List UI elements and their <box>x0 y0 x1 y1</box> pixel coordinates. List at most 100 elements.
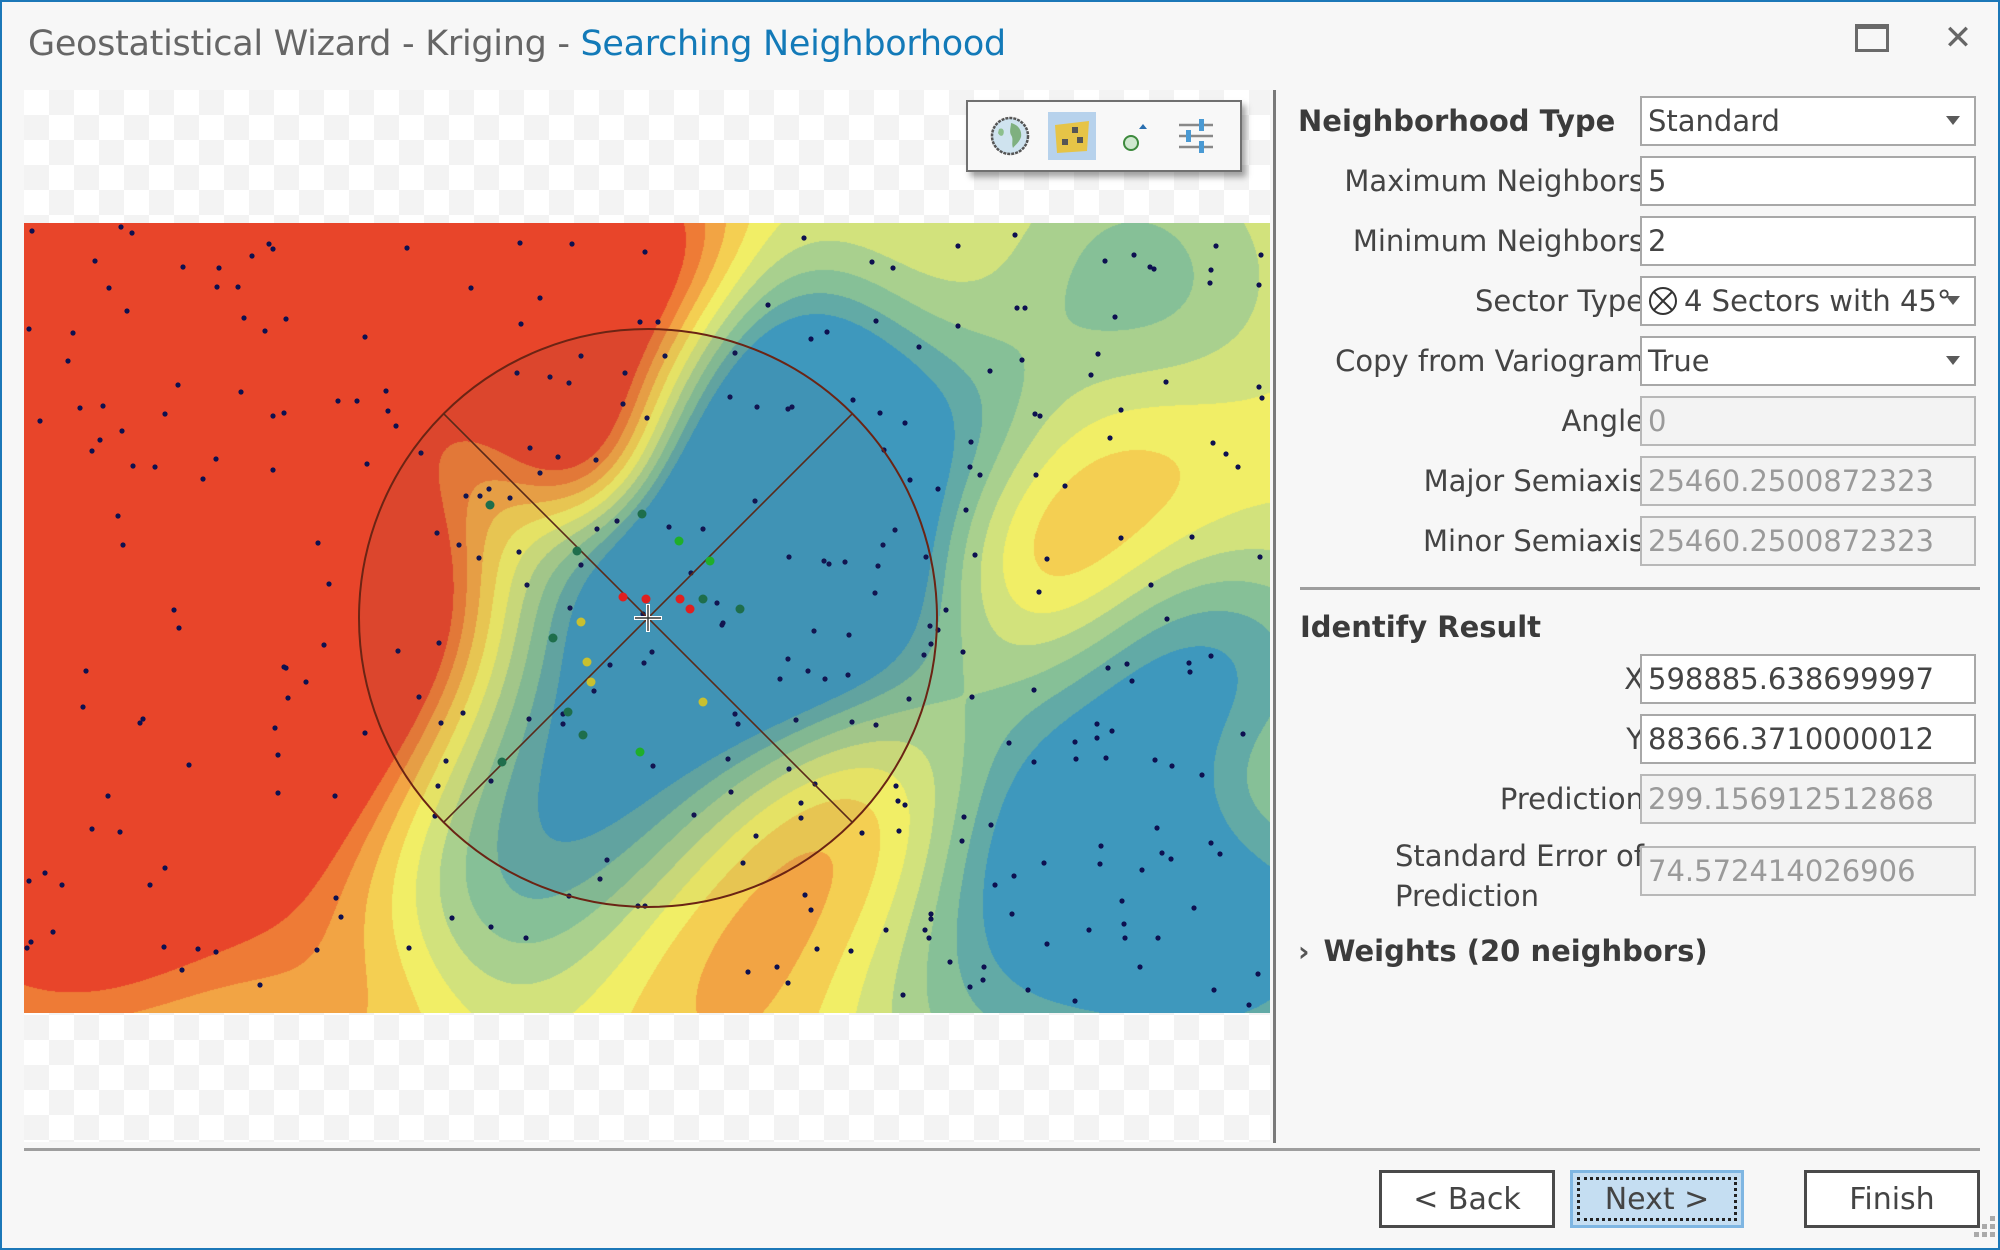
sample-point <box>943 607 949 613</box>
sample-point <box>1088 372 1094 378</box>
sample-point <box>1073 756 1079 762</box>
sample-point <box>961 814 967 820</box>
minor-semiaxis-row: Minor Semiaxis 25460.2500872323 <box>1298 516 1978 568</box>
major-semiaxis-row: Major Semiaxis 25460.2500872323 <box>1298 456 1978 508</box>
sample-point <box>270 246 276 252</box>
sample-point <box>200 476 206 482</box>
sample-point <box>1256 282 1262 288</box>
sample-point <box>404 245 410 251</box>
sample-point <box>1235 464 1241 470</box>
close-button[interactable]: ✕ <box>1936 18 1980 58</box>
angle-input: 0 <box>1640 396 1976 446</box>
sample-point <box>928 911 934 917</box>
angle-row: Angle 0 <box>1298 396 1978 448</box>
sample-point <box>935 486 941 492</box>
resize-grip[interactable] <box>1972 1214 1998 1244</box>
sample-point <box>406 945 412 951</box>
sample-point <box>1255 971 1261 977</box>
sample-point <box>774 964 780 970</box>
map-preview[interactable] <box>24 90 1270 1142</box>
sample-point <box>848 948 854 954</box>
sample-point <box>77 405 83 411</box>
sample-point <box>916 344 922 350</box>
sample-point <box>972 552 978 558</box>
sample-point <box>1036 589 1042 595</box>
sample-point <box>1208 840 1214 846</box>
identify-x-input[interactable]: 598885.638699997 <box>1640 654 1976 704</box>
std-error-label-line2: Prediction <box>1394 879 1540 913</box>
sample-point <box>89 448 95 454</box>
std-error-label-line1: Standard Error of <box>1394 839 1644 873</box>
sample-point <box>1044 941 1050 947</box>
sample-point <box>129 230 135 236</box>
finish-button[interactable]: Finish <box>1804 1170 1980 1228</box>
max-neighbors-label: Maximum Neighbors <box>1344 164 1644 198</box>
full-extent-button[interactable] <box>986 112 1034 160</box>
map-settings-button[interactable] <box>1172 112 1220 160</box>
neighbor-point-medium-weight <box>572 546 582 556</box>
sample-point <box>1129 678 1135 684</box>
sample-point <box>468 285 474 291</box>
sample-point <box>270 413 276 419</box>
max-neighbors-input[interactable]: 5 <box>1640 156 1976 206</box>
sample-point <box>1147 264 1153 270</box>
sample-point <box>1164 616 1170 622</box>
min-neighbors-row: Minimum Neighbors 2 <box>1298 216 1978 268</box>
sample-point <box>119 428 125 434</box>
sample-point <box>980 977 986 983</box>
std-error-label: Standard Error of Prediction <box>1395 836 1644 916</box>
sample-point <box>115 513 121 519</box>
neighborhood-type-select[interactable]: Standard <box>1640 96 1976 146</box>
sample-point <box>1169 763 1175 769</box>
sample-point <box>180 264 186 270</box>
map-toolbar <box>966 100 1242 172</box>
sample-point <box>176 625 182 631</box>
sample-point <box>488 924 494 930</box>
neighbor-point-medium-weight <box>485 500 495 510</box>
sample-point <box>59 882 65 888</box>
sample-point <box>928 916 934 922</box>
identify-result-heading: Identify Result <box>1300 610 1541 644</box>
neighbor-point-low-weight <box>586 677 596 687</box>
neighbor-point-high-weight <box>674 536 684 546</box>
sample-point <box>162 411 168 417</box>
weights-expander[interactable]: › Weights (20 neighbors) <box>1298 934 1708 968</box>
copy-from-variogram-select[interactable]: True <box>1640 336 1976 386</box>
sample-point <box>106 285 112 291</box>
sample-point <box>171 607 177 613</box>
pane-splitter[interactable] <box>1273 90 1276 1143</box>
std-error-output: 74.572414026906 <box>1640 846 1976 896</box>
focus-rectangle <box>1577 1177 1737 1221</box>
sample-point <box>1102 258 1108 264</box>
sample-point <box>26 326 32 332</box>
sample-point <box>266 241 272 247</box>
sample-point <box>147 882 153 888</box>
point-identify-icon <box>1123 124 1147 151</box>
show-points-button[interactable] <box>1048 112 1096 160</box>
min-neighbors-input[interactable]: 2 <box>1640 216 1976 266</box>
sector-type-select[interactable]: 4 Sectors with 45° <box>1640 276 1976 326</box>
identify-location-button[interactable] <box>1110 112 1158 160</box>
sample-point <box>902 802 908 808</box>
sample-point <box>362 334 368 340</box>
minor-semiaxis-input: 25460.2500872323 <box>1640 516 1976 566</box>
sample-point <box>214 284 220 290</box>
sector-4-45-icon <box>1649 287 1677 315</box>
identify-x-row: X 598885.638699997 <box>1298 654 1978 706</box>
sample-point <box>1031 687 1037 693</box>
identify-y-input[interactable]: 88366.3710000012 <box>1640 714 1976 764</box>
copy-from-variogram-label: Copy from Variogram <box>1335 344 1644 378</box>
maximize-button[interactable] <box>1850 20 1894 56</box>
sample-point <box>988 822 994 828</box>
sample-point <box>235 284 241 290</box>
sample-point <box>1187 669 1193 675</box>
neighbor-point-low-weight <box>698 697 708 707</box>
sample-point <box>1121 921 1127 927</box>
sample-point <box>802 892 808 898</box>
next-button[interactable]: Next > <box>1570 1170 1744 1228</box>
sample-point <box>1044 556 1050 562</box>
sample-point <box>24 945 30 951</box>
sample-point <box>26 878 32 884</box>
sample-point <box>808 336 814 342</box>
back-button[interactable]: < Back <box>1379 1170 1555 1228</box>
